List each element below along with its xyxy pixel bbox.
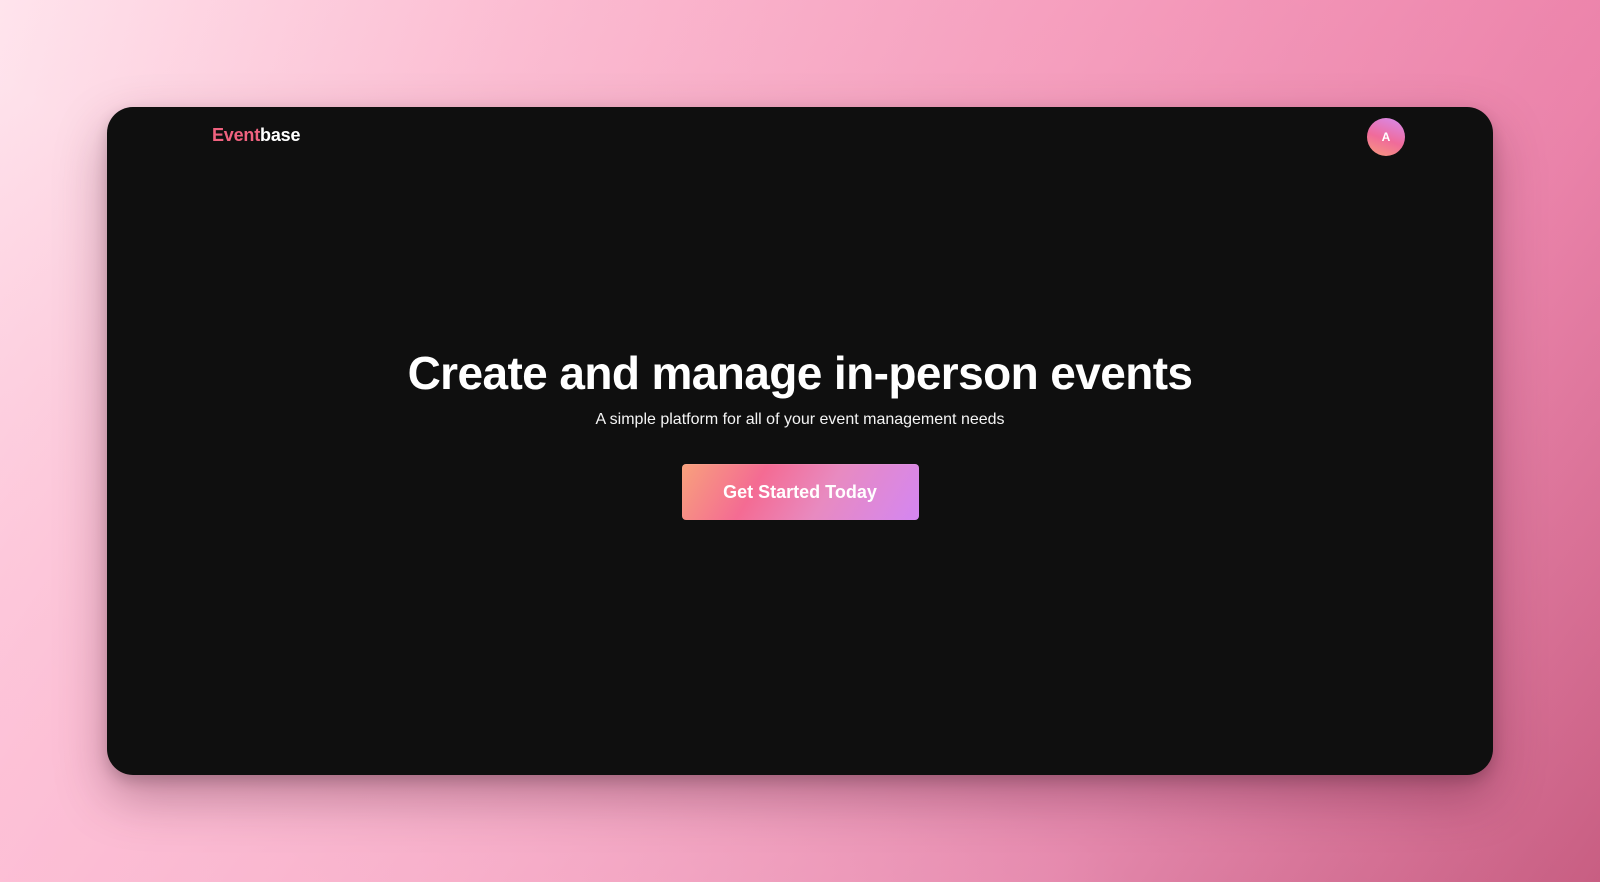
- get-started-button[interactable]: Get Started Today: [681, 464, 919, 520]
- brand-logo-rest: base: [260, 125, 301, 145]
- hero-title: Create and manage in-person events: [407, 347, 1193, 399]
- avatar-initial: A: [1381, 130, 1391, 144]
- top-navbar: Eventbase A: [107, 107, 1493, 169]
- user-avatar[interactable]: A: [1367, 118, 1405, 156]
- hero-section: Create and manage in-person events A sim…: [107, 345, 1493, 520]
- brand-logo[interactable]: Eventbase: [212, 125, 300, 146]
- brand-logo-accent: Event: [212, 125, 261, 145]
- hero-subtitle: A simple platform for all of your event …: [595, 411, 1005, 428]
- app-window: Eventbase A Create and manage in-person …: [107, 107, 1493, 775]
